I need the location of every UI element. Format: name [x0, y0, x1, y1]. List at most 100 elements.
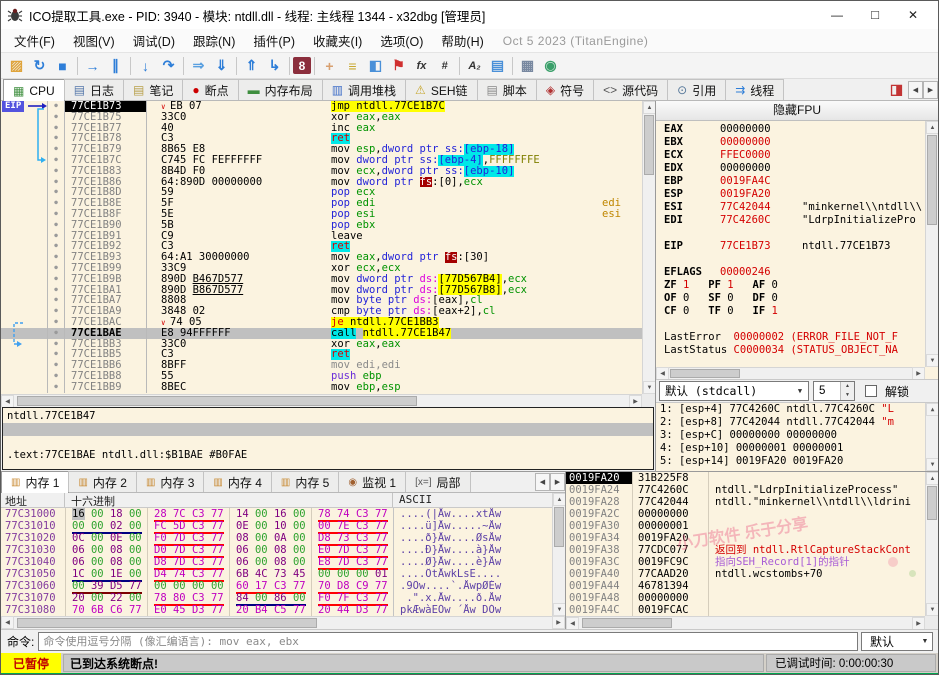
calling-convention-select[interactable]: 默认 (stdcall) [659, 381, 809, 401]
arg-row[interactable]: 4: [esp+10] 00000001 00000001 [656, 442, 938, 455]
breakpoint-dot[interactable]: ● [47, 176, 65, 188]
menu-item-plugins[interactable]: 插件(P) [244, 29, 304, 52]
register-row[interactable]: EDI 77C4260C "LdrpInitializePro [656, 214, 925, 227]
labels-icon[interactable]: ◧ [364, 55, 387, 77]
register-row[interactable]: EBX 00000000 [656, 136, 925, 149]
dump-tab-scroll-right-button[interactable] [550, 472, 565, 491]
execute-till-return-icon[interactable]: ⇓ [210, 55, 233, 77]
unlock-checkbox[interactable] [865, 385, 877, 397]
tab-notes[interactable]: ▤ 笔记 [123, 79, 184, 100]
stack-row[interactable]: 0019FA2C 00000000 [566, 508, 925, 520]
dump-row[interactable]: 77C31080 70 6B C6 77 E0 45 D3 77 20 B4 C5 7… [1, 604, 565, 616]
tab-log[interactable]: ▤ 日志 [63, 79, 125, 100]
dump-row[interactable]: 77C31000 16 00 18 00 28 7C C3 77 14 00 16 0… [1, 508, 565, 522]
menu-item-view[interactable]: 视图(V) [64, 29, 124, 52]
breakpoint-dot[interactable]: ● [47, 165, 65, 177]
minimize-button[interactable] [818, 3, 856, 27]
breakpoint-dot[interactable]: ● [47, 262, 65, 274]
open-file-icon[interactable]: ▨ [5, 55, 28, 77]
arg-row[interactable]: 3: [esp+C] 00000000 00000000 [656, 429, 938, 442]
register-row[interactable]: ESI 77C42044 "minkernel\\ntdll\\ [656, 201, 925, 214]
functions-icon[interactable]: fx [410, 55, 433, 77]
register-row[interactable] [656, 253, 925, 266]
modules-icon[interactable]: ▤ [486, 55, 509, 77]
tab-locals[interactable]: [x=] 局部 [405, 471, 471, 492]
restart-icon[interactable]: ↻ [28, 55, 51, 77]
register-row[interactable] [656, 227, 925, 240]
breakpoint-dot[interactable]: ● [47, 219, 65, 231]
arg-row[interactable]: 2: [esp+8] 77C42044 ntdll.77C42044 "m [656, 416, 938, 429]
disasm-row[interactable]: ● 77CE1B75 33C0 xor eax,eax [1, 111, 642, 123]
pause-icon[interactable]: ∥ [104, 55, 127, 77]
registers-vscrollbar[interactable] [925, 121, 938, 367]
tab-references[interactable]: ⊙ 引用 [667, 79, 727, 100]
breakpoint-dot[interactable]: ● [47, 133, 65, 145]
dump-row[interactable]: 77C31050 1C 00 1E 00 D4 74 C3 77 6B 4C 73 4… [1, 568, 565, 582]
tab-cpu[interactable]: ▦ CPU [3, 79, 65, 101]
stack-vscrollbar[interactable] [925, 472, 938, 616]
breakpoint-dot[interactable]: ● [47, 187, 65, 199]
globe-icon[interactable]: ◉ [539, 55, 562, 77]
breakpoint-dot[interactable]: ● [47, 241, 65, 253]
breakpoint-dot[interactable]: ● [47, 273, 65, 285]
stack-row[interactable]: 0019FA3C 0019FC9C 指向SEH_Record[1]的指针 [566, 556, 925, 568]
register-row[interactable]: ZF 1 PF 1 AF 0 [656, 279, 925, 292]
tab-watch1[interactable]: ◉ 监视 1 [338, 471, 407, 492]
registers-hscrollbar[interactable] [656, 367, 925, 379]
dump-row[interactable]: 77C31030 06 00 08 00 D0 7D C3 77 06 00 08 0… [1, 544, 565, 558]
stack-row[interactable]: 0019FA48 00000000 [566, 592, 925, 604]
tab-memory-map[interactable]: ▬ 内存布局 [237, 79, 323, 100]
args-vscrollbar[interactable] [925, 403, 938, 471]
breakpoint-dot[interactable]: ● [47, 154, 65, 166]
bookmarks-icon[interactable]: ⚑ [387, 55, 410, 77]
breakpoint-dot[interactable]: ● [47, 284, 65, 296]
strings-icon[interactable]: A₂ [463, 55, 486, 77]
breakpoint-dot[interactable]: ● [47, 122, 65, 134]
animate-into-icon[interactable]: ⇒ [187, 55, 210, 77]
tab-dump4[interactable]: ▥ 内存 4 [203, 471, 272, 492]
step-user-icon[interactable]: ↳ [263, 55, 286, 77]
comments-icon[interactable]: ≡ [341, 55, 364, 77]
menu-item-trace[interactable]: 跟踪(N) [184, 29, 244, 52]
breakpoint-dot[interactable]: ● [47, 370, 65, 382]
menu-item-debug[interactable]: 调试(D) [124, 29, 184, 52]
breakpoint-dot[interactable]: ● [47, 338, 65, 350]
register-row[interactable]: LastError 00000002 (ERROR_FILE_NOT_F [656, 331, 925, 344]
register-row[interactable]: EIP 77CE1B73 ntdll.77CE1B73 [656, 240, 925, 253]
register-row[interactable]: CF 0 TF 0 IF 1 [656, 305, 925, 318]
register-row[interactable]: LastStatus C0000034 (STATUS_OBJECT_NA [656, 344, 925, 357]
dump-row[interactable]: 77C31010 00 00 02 00 FC 5D C3 77 0E 00 10 0… [1, 520, 565, 534]
tab-scroll-right-button[interactable] [923, 80, 938, 99]
register-row[interactable]: ESP 0019FA20 [656, 188, 925, 201]
breakpoint-dot[interactable]: ● [47, 306, 65, 317]
tab-call-stack[interactable]: ▥ 调用堆栈 [321, 79, 407, 100]
arg-count-stepper[interactable]: 5 [813, 381, 855, 401]
tab-dump1[interactable]: ▥ 内存 1 [1, 471, 70, 493]
step-into-icon[interactable]: ↓ [134, 55, 157, 77]
command-default-select[interactable]: 默认 [861, 632, 933, 651]
breakpoint-dot[interactable]: ● [47, 316, 65, 328]
tab-scroll-left-button[interactable] [908, 80, 923, 99]
disasm-vscrollbar[interactable] [642, 101, 655, 395]
tab-dump5[interactable]: ▥ 内存 5 [270, 471, 340, 492]
tab-seh[interactable]: ⚠ SEH链 [405, 79, 478, 100]
tab-dump2[interactable]: ▥ 内存 2 [68, 471, 137, 492]
tab-source[interactable]: <> 源代码 [593, 79, 669, 100]
breakpoint-dot[interactable]: ● [47, 208, 65, 220]
command-input[interactable] [38, 632, 858, 651]
hide-fpu-button[interactable]: 隐藏FPU [656, 101, 938, 121]
run-to-user-code-icon[interactable]: ⇑ [240, 55, 263, 77]
menu-item-help[interactable]: 帮助(H) [432, 29, 492, 52]
stack-row[interactable]: 0019FA30 00000001 [566, 520, 925, 532]
arg-row[interactable]: 5: [esp+14] 0019FA20 0019FA20 [656, 455, 938, 468]
dump-tab-scroll-left-button[interactable] [535, 472, 550, 491]
breakpoint-dot[interactable]: ● [47, 111, 65, 123]
stack-row[interactable]: 0019FA34 0019FA20 [566, 532, 925, 544]
dump-row[interactable]: 77C31040 06 00 08 00 D8 7D C3 77 06 00 08 0… [1, 556, 565, 570]
tab-breakpoints[interactable]: ● 断点 [182, 79, 239, 100]
breakpoint-dot[interactable]: ● [47, 327, 65, 339]
calculator-icon[interactable]: ▦ [516, 55, 539, 77]
disasm-row[interactable]: ● 77CE1BAE E8 94FFFFFF call ntdll.77CE1B47 [1, 327, 642, 339]
breakpoint-dot[interactable]: ● [47, 144, 65, 155]
stack-row[interactable]: 0019FA38 77CDC077 返回到 ntdll.RtlCaptureStac… [566, 544, 925, 556]
